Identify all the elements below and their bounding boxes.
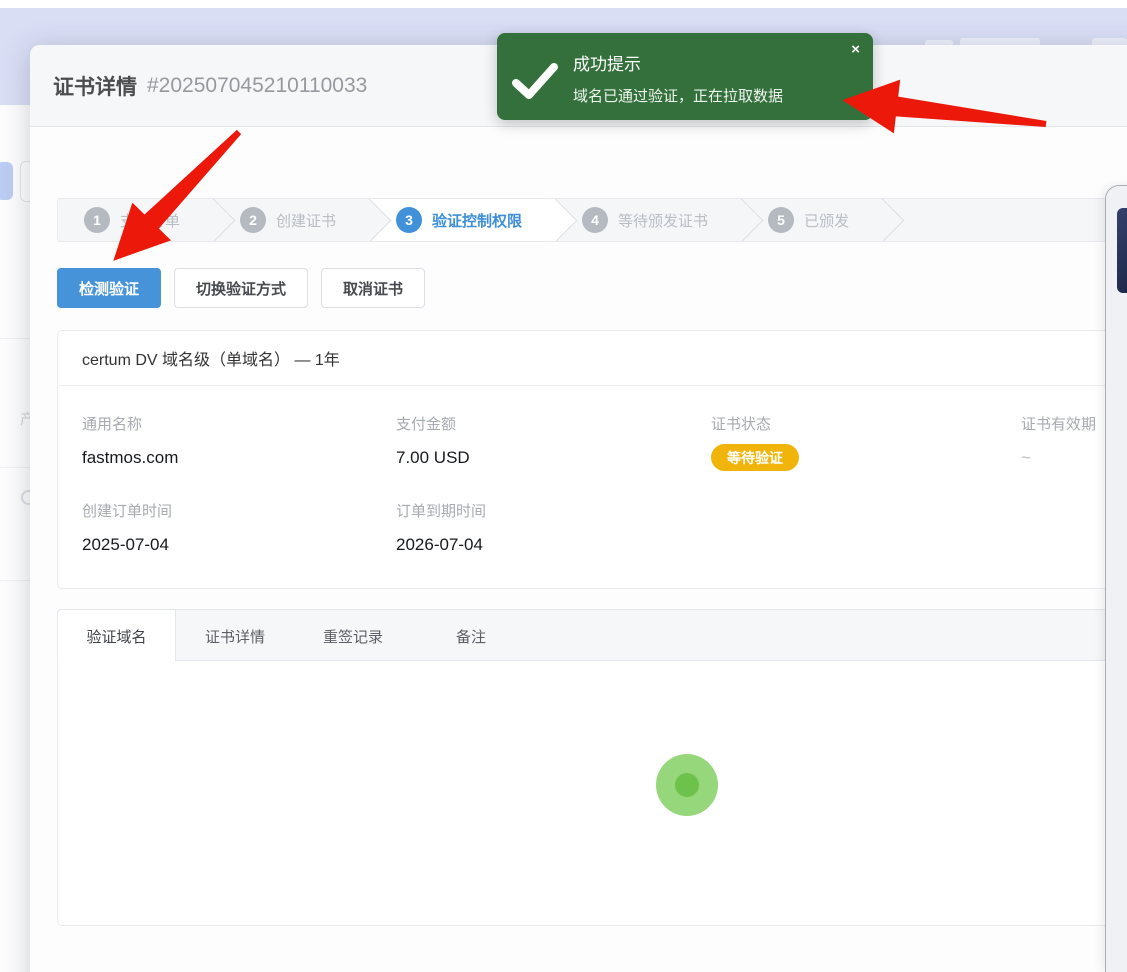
status-badge: 等待验证 (711, 444, 799, 471)
certificate-detail-modal: 证书详情 #202507045210110033 1 支付订单 2 创建证书 (30, 45, 1127, 972)
field-common-name: 通用名称 fastmos.com (82, 413, 178, 468)
background-button-fragment (0, 162, 13, 200)
step-label: 创建证书 (276, 210, 336, 231)
order-number: #202507045210110033 (147, 74, 367, 98)
toast-close-icon[interactable]: × (851, 42, 860, 57)
order-info-card: certum DV 域名级（单域名） — 1年 通用名称 fastmos.com… (57, 330, 1127, 589)
field-expire-time: 订单到期时间 2026-07-04 (396, 500, 486, 555)
loading-spinner-dot (675, 773, 699, 797)
field-amount: 支付金额 7.00 USD (396, 413, 470, 468)
success-check-icon (511, 59, 559, 103)
order-stepper: 1 支付订单 2 创建证书 3 验证控制权限 (57, 198, 1127, 242)
stepper-filler (883, 199, 1127, 241)
step-verify-control: 3 验证控制权限 (370, 199, 556, 241)
switch-validation-method-button[interactable]: 切换验证方式 (174, 268, 308, 308)
loading-spinner (656, 754, 718, 816)
step-label: 验证控制权限 (432, 210, 522, 231)
background-page-edge (0, 105, 30, 972)
background-divider (0, 338, 30, 339)
background-divider (0, 467, 30, 468)
background-divider (0, 580, 30, 581)
drawer-navy-fragment (1117, 208, 1127, 293)
toast-title: 成功提示 (573, 50, 641, 75)
step-label: 已颁发 (804, 210, 849, 231)
step-pay-order: 1 支付订单 (58, 199, 214, 241)
modal-title: 证书详情 (53, 71, 137, 101)
toast-message: 域名已通过验证，正在拉取数据 (573, 85, 783, 106)
step-label: 等待颁发证书 (618, 210, 708, 231)
step-number: 4 (582, 207, 608, 233)
order-info-grid: 通用名称 fastmos.com 支付金额 7.00 USD 证书状态 等待验证… (58, 386, 1127, 588)
detail-tabs: 验证域名 证书详情 重签记录 备注 (57, 609, 1127, 661)
side-drawer-edge (1105, 185, 1127, 972)
step-number: 2 (240, 207, 266, 233)
tab-verify-domain[interactable]: 验证域名 (58, 610, 176, 663)
product-name: certum DV 域名级（单域名） — 1年 (58, 331, 1127, 386)
check-validation-button[interactable]: 检测验证 (57, 268, 161, 308)
step-number: 5 (768, 207, 794, 233)
tab-reissue-record[interactable]: 重签记录 (294, 610, 412, 662)
step-create-cert: 2 创建证书 (214, 199, 370, 241)
field-created-time: 创建订单时间 2025-07-04 (82, 500, 172, 555)
screen: 产 证书详情 #202507045210110033 1 支付订单 2 创建证书 (0, 0, 1127, 972)
step-number: 1 (84, 207, 110, 233)
tab-content-panel (57, 661, 1127, 926)
cancel-certificate-button[interactable]: 取消证书 (321, 268, 425, 308)
step-label: 支付订单 (120, 210, 180, 231)
field-cert-validity: 证书有效期 ~ (1021, 413, 1096, 468)
tab-cert-detail[interactable]: 证书详情 (176, 610, 294, 662)
step-number: 3 (396, 207, 422, 233)
action-button-row: 检测验证 切换验证方式 取消证书 (57, 268, 1127, 308)
success-toast: 成功提示 域名已通过验证，正在拉取数据 × (497, 33, 873, 120)
tab-remark[interactable]: 备注 (412, 610, 530, 662)
step-wait-issue: 4 等待颁发证书 (556, 199, 742, 241)
field-cert-status: 证书状态 等待验证 (711, 413, 799, 471)
